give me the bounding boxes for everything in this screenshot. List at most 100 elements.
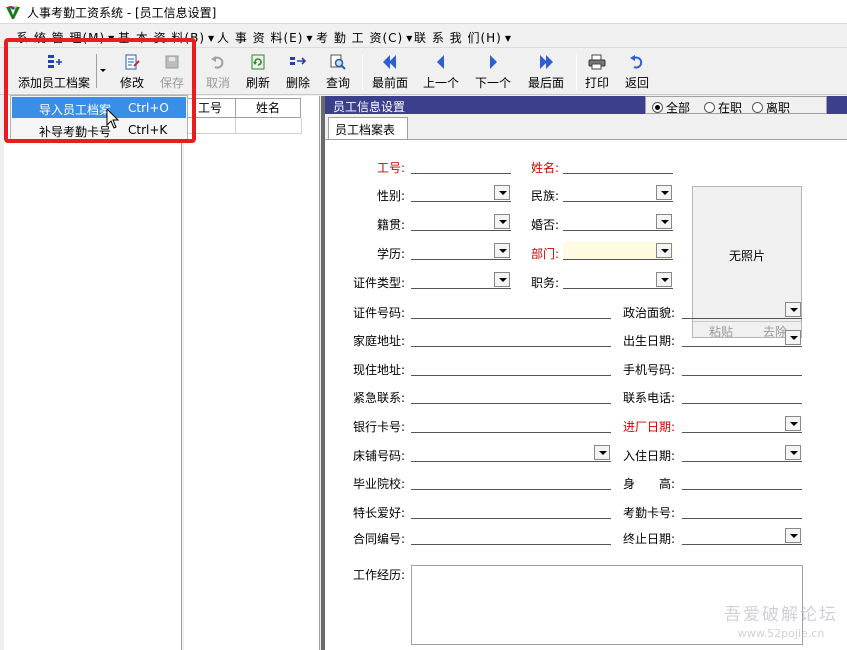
- department-select[interactable]: [563, 242, 673, 260]
- gender-select[interactable]: [411, 184, 511, 202]
- last-record-button[interactable]: 最后面: [524, 52, 568, 92]
- menu-basic[interactable]: 基 本 资 料(B) ▼: [118, 29, 215, 46]
- chevron-down-icon[interactable]: [656, 243, 672, 258]
- bank-card-input[interactable]: [411, 415, 611, 433]
- search-icon: [330, 54, 346, 70]
- checkin-date-picker[interactable]: [682, 444, 802, 462]
- edit-button[interactable]: 修改: [114, 52, 150, 92]
- chevron-down-icon[interactable]: [785, 528, 801, 543]
- home-addr-input[interactable]: [411, 329, 611, 347]
- chevron-down-icon[interactable]: [494, 272, 510, 287]
- chevron-down-icon[interactable]: [785, 416, 801, 431]
- label-height: 身 高:: [623, 477, 676, 491]
- add-employee-button[interactable]: 添加员工档案: [14, 52, 94, 92]
- employee-list-pane[interactable]: 工号 姓名: [184, 96, 320, 650]
- contract-input[interactable]: [411, 527, 611, 545]
- caret-down-icon: [96, 54, 106, 88]
- chevron-down-icon[interactable]: [494, 214, 510, 229]
- join-date-picker[interactable]: [682, 415, 802, 433]
- back-button[interactable]: 返回: [622, 52, 652, 92]
- chevron-down-icon[interactable]: [594, 445, 610, 460]
- tab-employee-record[interactable]: 员工档案表: [328, 117, 408, 139]
- cancel-label: 取消: [205, 76, 230, 90]
- next-record-button[interactable]: 下一个: [472, 52, 514, 92]
- chevron-down-icon[interactable]: [494, 185, 510, 200]
- menu-import-attendance-cards[interactable]: 补导考勤卡号 Ctrl+K: [12, 119, 186, 140]
- delete-button[interactable]: 删除: [280, 52, 316, 92]
- prev-record-icon: [437, 55, 444, 69]
- end-date-picker[interactable]: [682, 527, 802, 545]
- mobile-input[interactable]: [682, 358, 802, 376]
- menu-attendance-label: 考 勤 工 资(C): [316, 31, 404, 45]
- origin-select[interactable]: [411, 213, 511, 231]
- radio-all[interactable]: 全部: [652, 99, 690, 116]
- col-header-name[interactable]: 姓名: [235, 98, 301, 118]
- cur-addr-input[interactable]: [411, 358, 611, 376]
- mouse-pointer-icon: [106, 108, 120, 129]
- add-employee-dropdown-button[interactable]: [96, 52, 110, 90]
- hobby-input[interactable]: [411, 501, 611, 519]
- label-attend-card: 考勤卡号:: [623, 506, 676, 520]
- name-input[interactable]: [563, 156, 673, 174]
- toolbar: 添加员工档案 修改 保存 取消 刷新 删除 查询 最前面 上一个 下一个 最后面…: [0, 47, 847, 95]
- refresh-button[interactable]: 刷新: [240, 52, 276, 92]
- label-bank: 银行卡号:: [353, 420, 406, 434]
- radio-active[interactable]: 在职: [704, 99, 742, 116]
- menu-import-employees[interactable]: 导入员工档案 Ctrl+O: [12, 97, 186, 118]
- delete-icon: [290, 57, 307, 65]
- id-no-input[interactable]: [411, 301, 611, 319]
- refresh-icon: [251, 54, 265, 70]
- political-select[interactable]: [682, 301, 802, 319]
- chevron-down-icon[interactable]: [494, 243, 510, 258]
- label-contract: 合同编号:: [353, 532, 406, 546]
- emergency-input[interactable]: [411, 386, 611, 404]
- menu-item-shortcut: Ctrl+O: [128, 101, 169, 115]
- first-record-label: 最前面: [371, 76, 408, 90]
- phone-input[interactable]: [682, 386, 802, 404]
- chevron-down-icon[interactable]: [785, 330, 801, 345]
- chevron-down-icon[interactable]: [785, 302, 801, 317]
- chevron-down-icon[interactable]: [656, 214, 672, 229]
- label-phone: 联系电话:: [623, 391, 676, 405]
- radio-resigned[interactable]: 离职: [752, 99, 790, 116]
- marital-select[interactable]: [563, 213, 673, 231]
- chevron-down-icon[interactable]: [656, 185, 672, 200]
- id-type-select[interactable]: [411, 271, 511, 289]
- prev-record-button[interactable]: 上一个: [420, 52, 462, 92]
- school-input[interactable]: [411, 472, 611, 490]
- menu-contact-label: 联 系 我 们(H): [414, 31, 502, 45]
- print-button[interactable]: 打印: [582, 52, 612, 92]
- label-origin: 籍贯:: [377, 218, 406, 232]
- table-row[interactable]: [184, 118, 302, 134]
- chevron-down-icon[interactable]: [656, 272, 672, 287]
- caret-down-icon: ▼: [504, 34, 512, 43]
- emp-no-input[interactable]: [411, 156, 511, 174]
- label-department: 部门:: [531, 247, 560, 261]
- first-record-button[interactable]: 最前面: [368, 52, 412, 92]
- menu-contact[interactable]: 联 系 我 们(H) ▼: [414, 29, 512, 46]
- cancel-button[interactable]: 取消: [200, 52, 236, 92]
- tree-pane[interactable]: [4, 96, 182, 650]
- employee-detail-pane: 员工信息设置 全部 在职 离职 员工档案表 工号: 姓名: 性别: 民族: 籍贯…: [325, 96, 847, 650]
- menu-personnel-label: 人 事 资 料(E): [217, 31, 304, 45]
- ethnicity-select[interactable]: [563, 184, 673, 202]
- height-input[interactable]: [682, 472, 802, 490]
- label-id-type: 证件类型:: [353, 276, 406, 290]
- col-header-emp-no[interactable]: 工号: [184, 98, 236, 118]
- watermark: 吾爱破解论坛 www.52pojie.cn: [724, 600, 838, 640]
- attend-card-input[interactable]: [682, 501, 802, 519]
- save-button[interactable]: 保存: [154, 52, 190, 92]
- label-id-no: 证件号码:: [353, 306, 406, 320]
- menu-basic-label: 基 本 资 料(B): [118, 31, 206, 45]
- birth-date-picker[interactable]: [682, 329, 802, 347]
- query-button[interactable]: 查询: [320, 52, 356, 92]
- menu-personnel[interactable]: 人 事 资 料(E) ▼: [217, 29, 314, 46]
- bed-select[interactable]: [411, 444, 611, 462]
- education-select[interactable]: [411, 242, 511, 260]
- menu-attendance[interactable]: 考 勤 工 资(C) ▼: [316, 29, 413, 46]
- menu-system[interactable]: 系 统 管 理(M) ▼: [16, 29, 115, 46]
- menu-item-label: 导入员工档案: [39, 103, 112, 117]
- prev-record-label: 上一个: [422, 76, 459, 90]
- chevron-down-icon[interactable]: [785, 445, 801, 460]
- position-select[interactable]: [563, 271, 673, 289]
